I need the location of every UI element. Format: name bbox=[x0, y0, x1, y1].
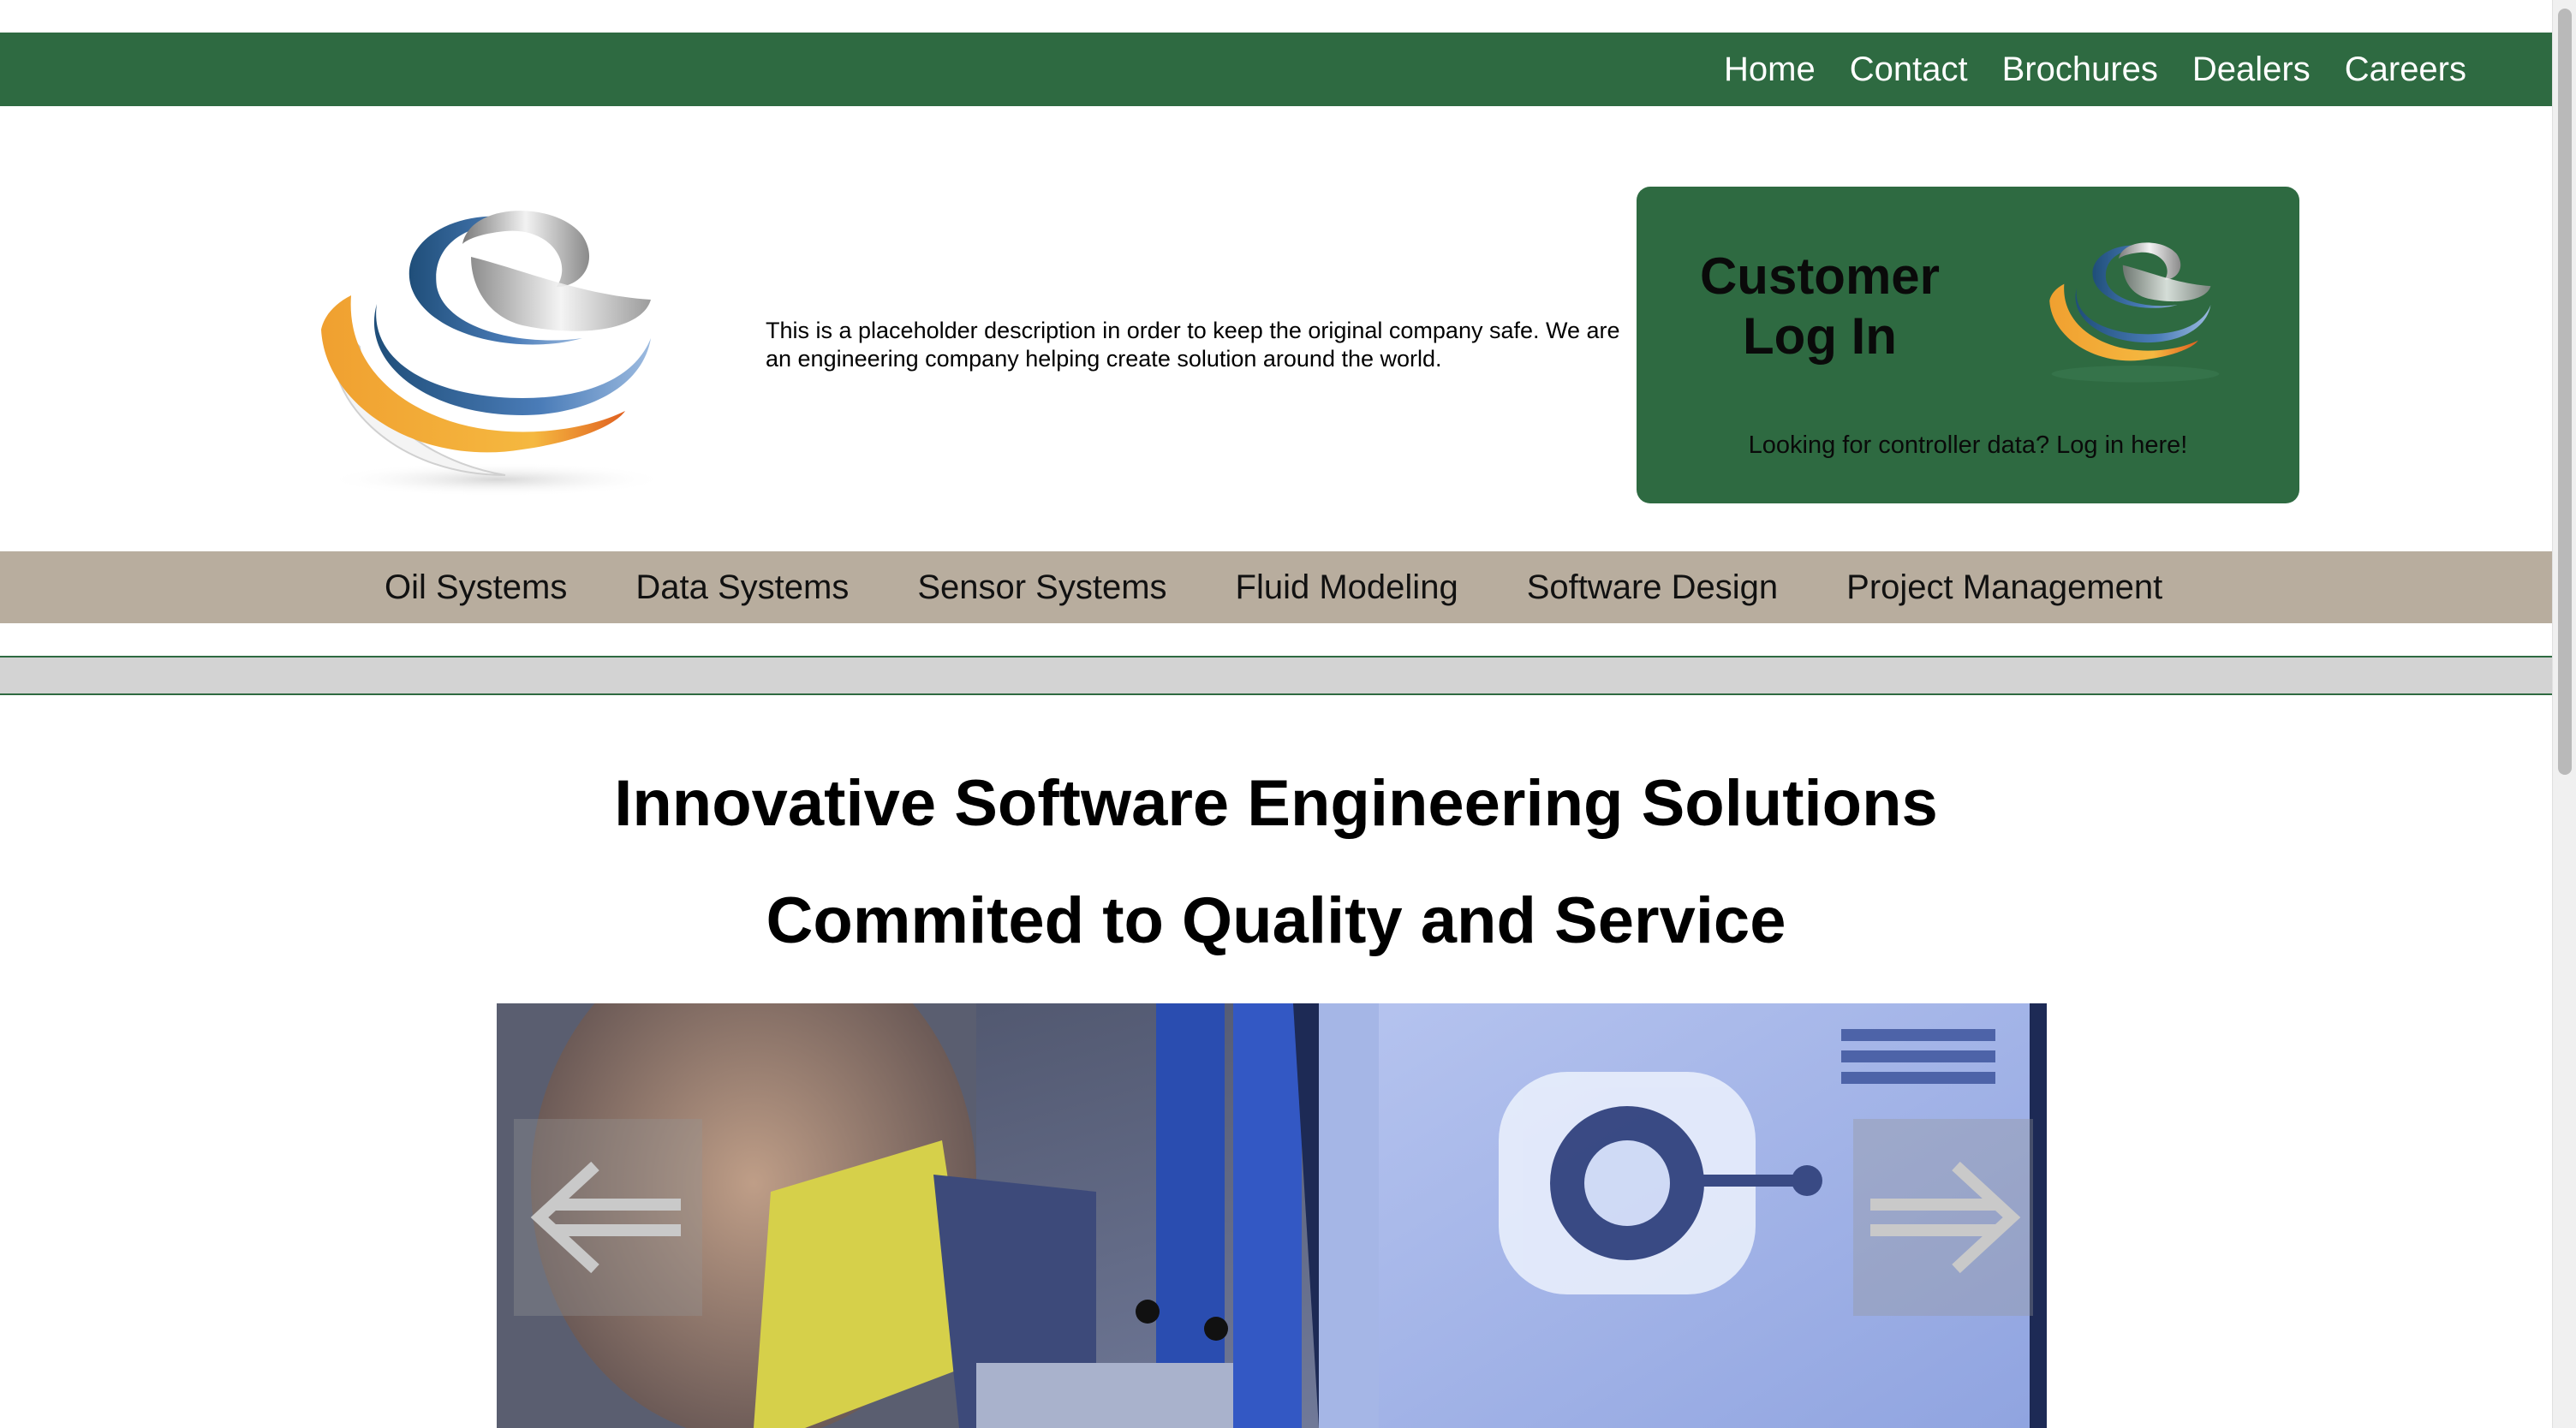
category-nav: Oil Systems Data Systems Sensor Systems … bbox=[385, 551, 2162, 623]
company-logo[interactable] bbox=[300, 193, 685, 501]
nav-dealers-link[interactable]: Dealers bbox=[2192, 51, 2311, 89]
top-nav: Home Contact Brochures Dealers Careers bbox=[1724, 33, 2466, 106]
image-carousel bbox=[497, 1003, 2047, 1428]
company-description: This is a placeholder description in ord… bbox=[766, 318, 1620, 372]
category-project-management[interactable]: Project Management bbox=[1846, 568, 2162, 607]
carousel-photo bbox=[497, 1003, 2047, 1428]
sub-headline: Commited to Quality and Service bbox=[766, 884, 1786, 957]
category-oil-systems[interactable]: Oil Systems bbox=[385, 568, 567, 607]
category-fluid-modeling[interactable]: Fluid Modeling bbox=[1236, 568, 1458, 607]
scrollbar-thumb[interactable] bbox=[2558, 9, 2572, 775]
carousel-prev-button[interactable] bbox=[514, 1119, 702, 1316]
divider-strip bbox=[0, 656, 2552, 695]
category-nav-bar: Oil Systems Data Systems Sensor Systems … bbox=[0, 551, 2552, 623]
login-subtitle: Looking for controller data? Log in here… bbox=[1748, 431, 2188, 459]
main-headline: Innovative Software Engineering Solution… bbox=[614, 767, 1938, 840]
nav-contact-link[interactable]: Contact bbox=[1850, 51, 1968, 89]
login-globe-icon bbox=[2039, 228, 2227, 390]
category-sensor-systems[interactable]: Sensor Systems bbox=[917, 568, 1166, 607]
right-double-arrow-icon bbox=[1870, 1161, 2021, 1274]
left-double-arrow-icon bbox=[530, 1161, 681, 1274]
page: Home Contact Brochures Dealers Careers T… bbox=[0, 0, 2552, 1428]
top-nav-bar: Home Contact Brochures Dealers Careers bbox=[0, 33, 2552, 106]
nav-home-link[interactable]: Home bbox=[1724, 51, 1816, 89]
carousel-next-button[interactable] bbox=[1853, 1119, 2033, 1316]
category-data-systems[interactable]: Data Systems bbox=[635, 568, 849, 607]
nav-careers-link[interactable]: Careers bbox=[2345, 51, 2466, 89]
nav-brochures-link[interactable]: Brochures bbox=[2002, 51, 2158, 89]
login-title: Customer Log In bbox=[1699, 247, 1941, 365]
page-scrollbar[interactable] bbox=[2552, 0, 2576, 1428]
category-software-design[interactable]: Software Design bbox=[1527, 568, 1778, 607]
customer-login-box[interactable]: Customer Log In Looking for controller d… bbox=[1637, 187, 2299, 503]
